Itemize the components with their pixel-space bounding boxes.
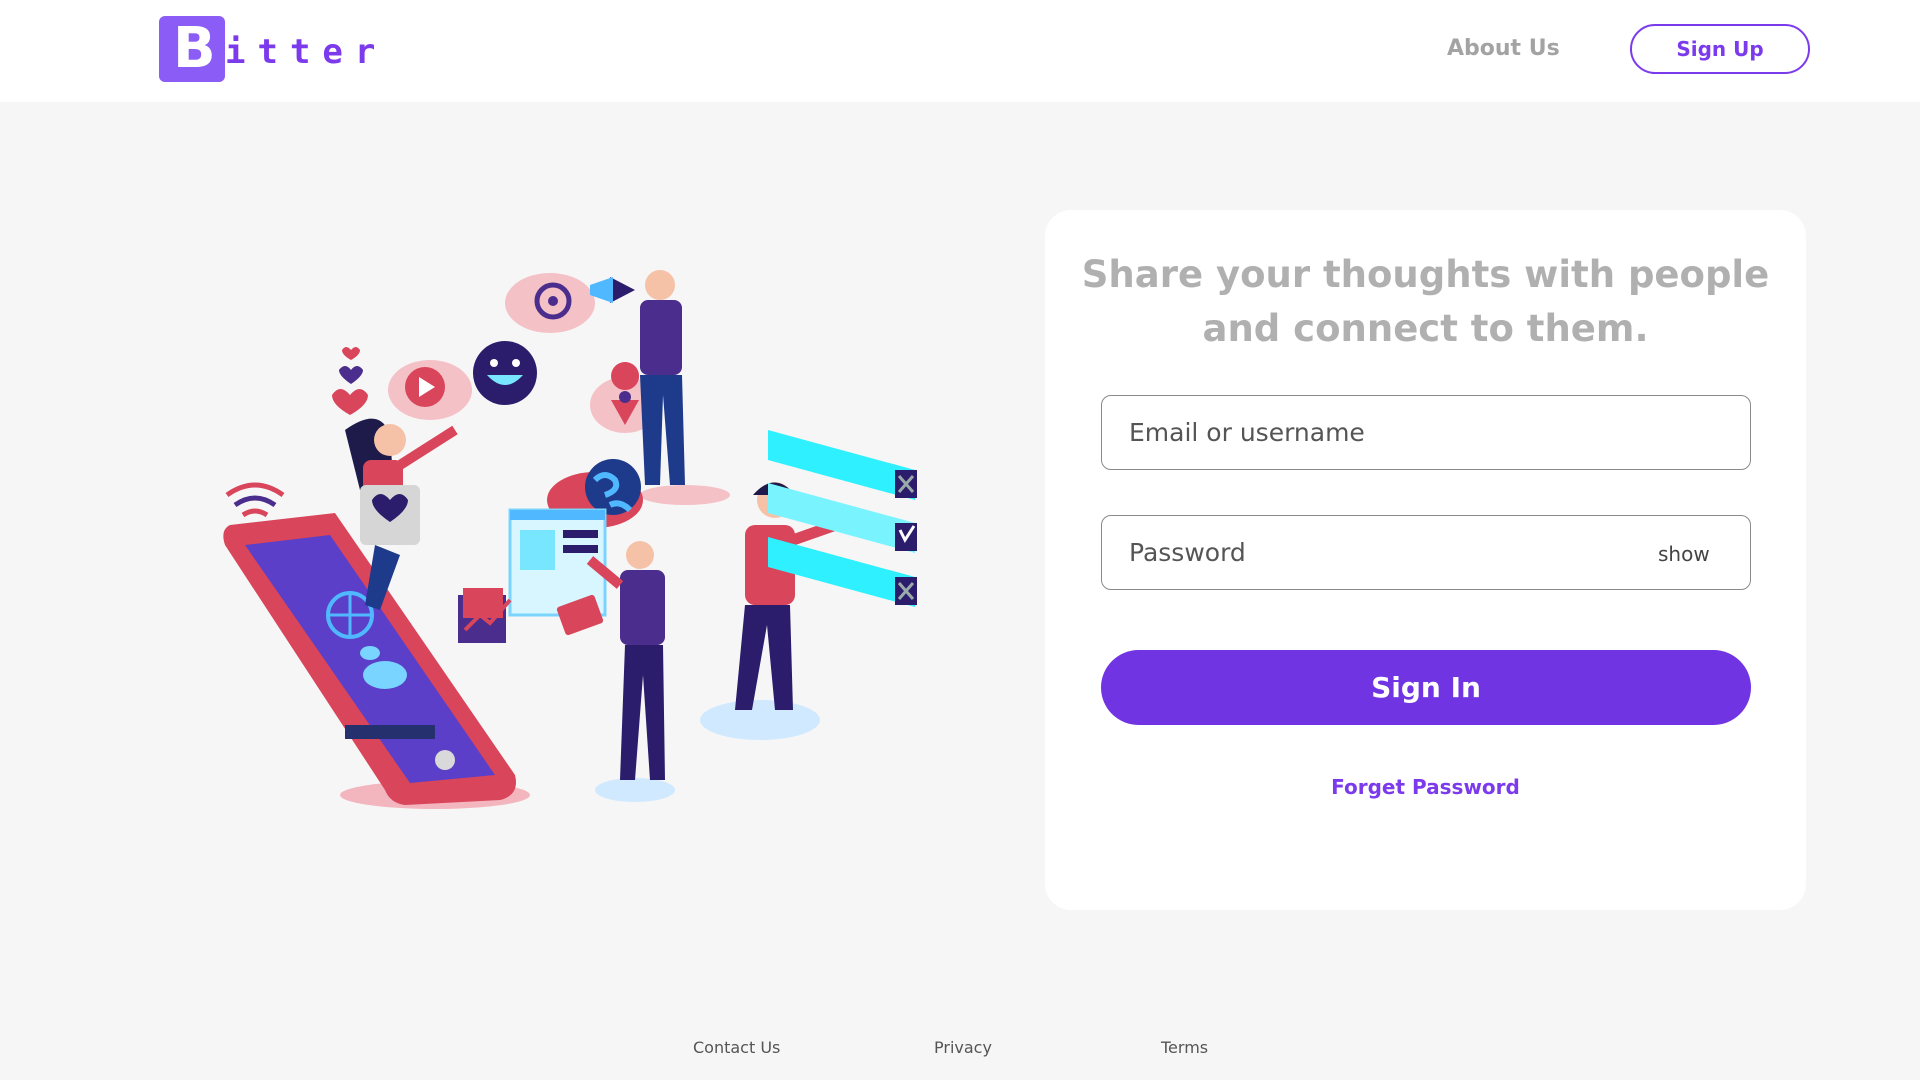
wifi-icon (225, 482, 285, 518)
nav-signup-button[interactable]: Sign Up (1630, 24, 1810, 74)
heart-icon (332, 347, 368, 415)
nav-about-link[interactable]: About Us (1447, 36, 1560, 61)
tagline: Share your thoughts with people and conn… (1045, 248, 1806, 356)
smiley-icon (473, 341, 537, 405)
footer-privacy-link[interactable]: Privacy (934, 1038, 992, 1057)
sign-in-card: Share your thoughts with people and conn… (1045, 210, 1806, 910)
play-icon (388, 360, 472, 420)
email-field[interactable] (1101, 395, 1751, 470)
footer-contact-link[interactable]: Contact Us (693, 1038, 780, 1057)
logo-letter: B (173, 15, 216, 81)
password-field[interactable] (1101, 515, 1751, 590)
logo-badge: B (159, 15, 225, 82)
show-password-toggle[interactable]: show (1658, 542, 1710, 566)
social-media-illustration (223, 270, 917, 809)
logo-wordmark: itter (225, 31, 388, 72)
tagline-line2: and connect to them. (1202, 307, 1649, 350)
at-sign-icon (505, 273, 595, 333)
chart-paper-icon (458, 588, 512, 643)
bitter-logo[interactable]: B itter (159, 15, 387, 82)
tagline-line1: Share your thoughts with people (1081, 253, 1770, 296)
sign-in-button[interactable]: Sign In (1101, 650, 1751, 725)
top-navbar: B itter About Us Sign Up (0, 0, 1920, 102)
forget-password-link[interactable]: Forget Password (1045, 775, 1806, 799)
footer-terms-link[interactable]: Terms (1161, 1038, 1208, 1057)
